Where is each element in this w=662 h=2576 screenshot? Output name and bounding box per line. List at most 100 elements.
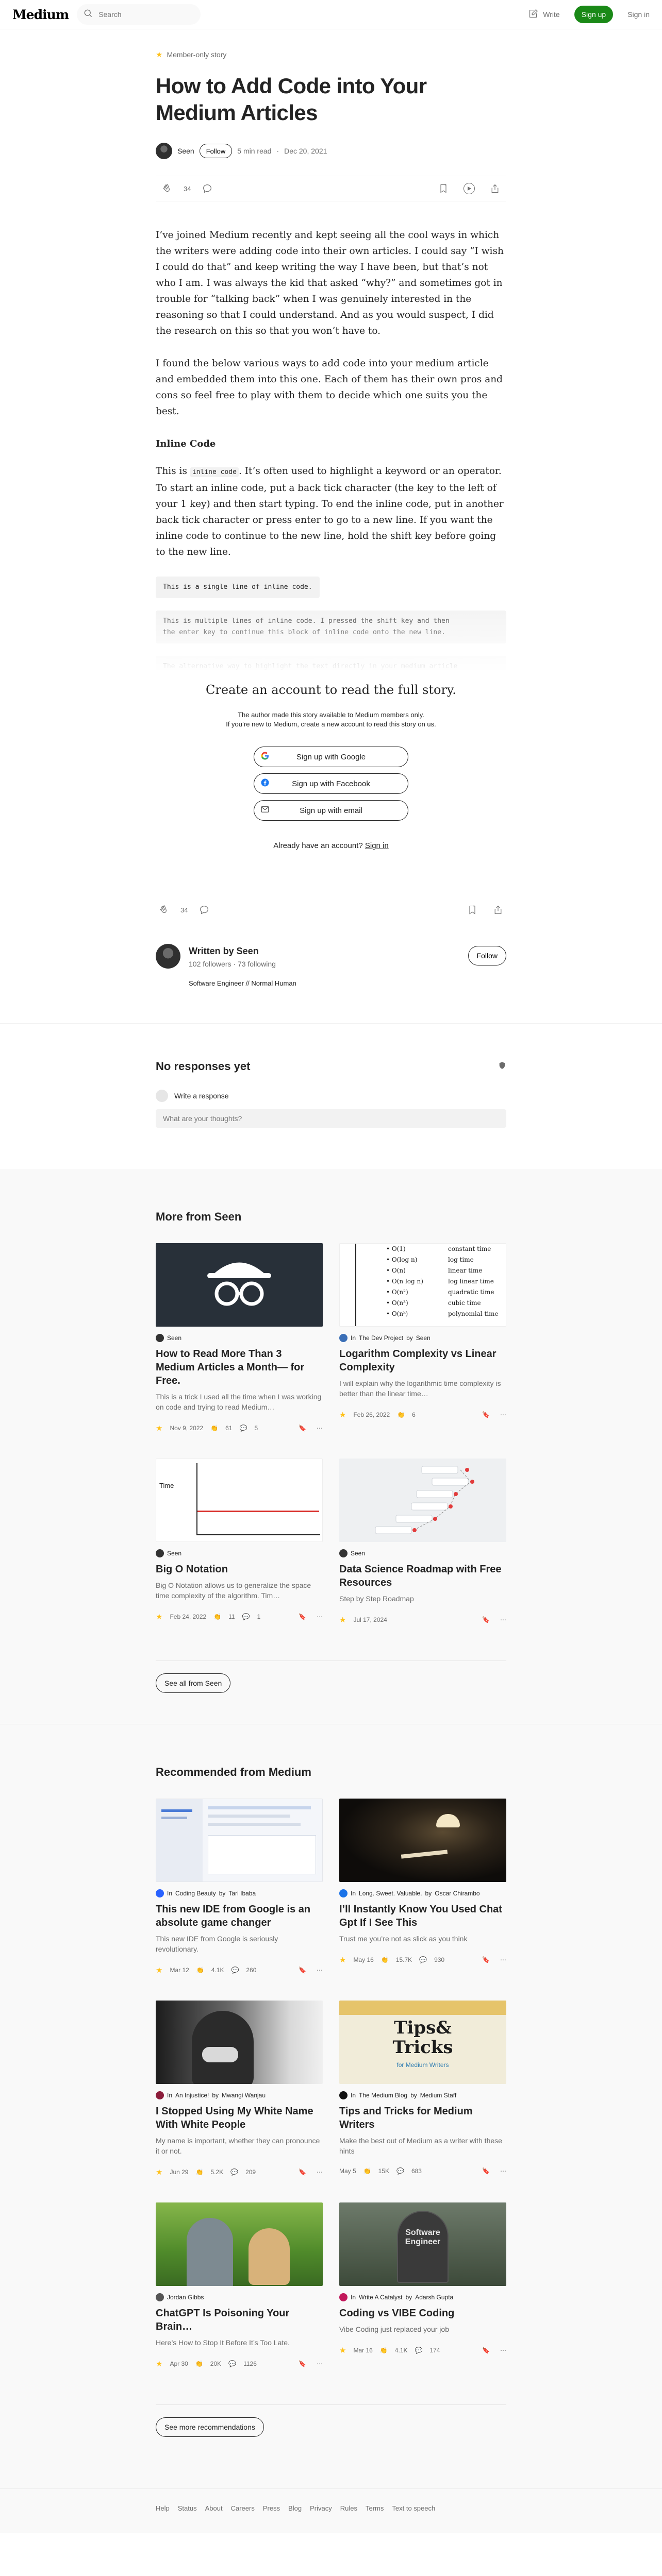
clap-icon[interactable] bbox=[158, 904, 170, 916]
search-input[interactable] bbox=[98, 10, 192, 19]
story-author[interactable]: Medium Staff bbox=[420, 2092, 456, 2099]
more-icon[interactable]: ⋯ bbox=[500, 1616, 506, 1623]
bookmark-icon[interactable]: 🔖 bbox=[299, 1613, 306, 1620]
story-author[interactable]: Seen bbox=[351, 1550, 365, 1557]
bookmark-icon[interactable]: 🔖 bbox=[482, 1616, 490, 1623]
story-title[interactable]: This new IDE from Google is an absolute … bbox=[156, 1903, 323, 1929]
bookmark-icon[interactable]: 🔖 bbox=[299, 1967, 306, 1974]
more-icon[interactable]: ⋯ bbox=[317, 1967, 323, 1974]
more-icon[interactable]: ⋯ bbox=[500, 2167, 506, 2175]
bookmark-icon[interactable]: 🔖 bbox=[299, 1425, 306, 1432]
story-title[interactable]: I’ll Instantly Know You Used Chat Gpt If… bbox=[339, 1903, 506, 1929]
play-icon[interactable] bbox=[463, 182, 475, 195]
clap-icon[interactable] bbox=[161, 182, 173, 195]
google-signup-button[interactable]: Sign up with Google bbox=[254, 747, 408, 767]
story-card[interactable]: Seen Data Science Roadmap with Free Reso… bbox=[339, 1459, 506, 1624]
bookmark-icon[interactable]: 🔖 bbox=[482, 2167, 490, 2175]
share-icon[interactable] bbox=[492, 904, 504, 916]
share-icon[interactable] bbox=[489, 182, 501, 195]
bookmark-icon[interactable]: 🔖 bbox=[482, 2347, 490, 2354]
story-card[interactable]: Tips& Tricks for Medium Writers In The Med… bbox=[339, 2001, 506, 2177]
in-label: In bbox=[351, 1334, 356, 1342]
follow-button[interactable]: Follow bbox=[199, 144, 233, 158]
footer-link-press[interactable]: Press bbox=[263, 2504, 280, 2512]
story-publication[interactable]: Long. Sweet. Valuable. bbox=[359, 1890, 422, 1897]
more-icon[interactable]: ⋯ bbox=[317, 2168, 323, 2176]
story-card[interactable]: In Long. Sweet. Valuable. by Oscar Chirambo… bbox=[339, 1799, 506, 1975]
story-card[interactable]: • O(1) constant time • O(log n) log time •… bbox=[339, 1243, 506, 1433]
footer-link-careers[interactable]: Careers bbox=[231, 2504, 255, 2512]
more-icon[interactable]: ⋯ bbox=[317, 1613, 323, 1620]
signup-button[interactable]: Sign up bbox=[574, 6, 614, 23]
story-author[interactable]: Oscar Chirambo bbox=[435, 1890, 479, 1897]
story-meta: In The Medium Blog by Medium Staff bbox=[339, 2091, 506, 2099]
more-icon[interactable]: ⋯ bbox=[500, 1411, 506, 1418]
story-title[interactable]: Coding vs VIBE Coding bbox=[339, 2307, 506, 2320]
footer-link-privacy[interactable]: Privacy bbox=[310, 2504, 332, 2512]
footer-link-rules[interactable]: Rules bbox=[340, 2504, 357, 2512]
see-all-button[interactable]: See all from Seen bbox=[156, 1673, 231, 1693]
story-title[interactable]: I Stopped Using My White Name With White… bbox=[156, 2105, 323, 2131]
more-icon[interactable]: ⋯ bbox=[500, 1956, 506, 1963]
footer-link-help[interactable]: Help bbox=[156, 2504, 170, 2512]
story-publication[interactable]: The Medium Blog bbox=[359, 2092, 407, 2099]
footer-link-tts[interactable]: Text to speech bbox=[392, 2504, 435, 2512]
story-card[interactable]: In An Injustice! by Mwangi Wanjau I Stopped… bbox=[156, 2001, 323, 2177]
story-title[interactable]: Big O Notation bbox=[156, 1563, 323, 1576]
signin-button[interactable]: Sign in bbox=[627, 10, 650, 19]
story-title[interactable]: ChatGPT Is Poisoning Your Brain… bbox=[156, 2307, 323, 2333]
footer-link-about[interactable]: About bbox=[205, 2504, 223, 2512]
more-icon[interactable]: ⋯ bbox=[500, 2347, 506, 2354]
story-author[interactable]: Seen bbox=[167, 1334, 181, 1342]
search-box[interactable] bbox=[77, 4, 201, 25]
story-author[interactable]: Seen bbox=[416, 1334, 431, 1342]
bookmark-icon[interactable]: 🔖 bbox=[299, 2168, 306, 2176]
footer-link-blog[interactable]: Blog bbox=[288, 2504, 302, 2512]
story-author[interactable]: Mwangi Wanjau bbox=[222, 2092, 266, 2099]
story-publication[interactable]: Coding Beauty bbox=[175, 1890, 216, 1897]
comment-icon[interactable] bbox=[201, 182, 213, 195]
footer-link-status[interactable]: Status bbox=[178, 2504, 197, 2512]
author-avatar-large[interactable] bbox=[156, 944, 180, 969]
author-name[interactable]: Seen bbox=[177, 147, 194, 155]
more-icon[interactable]: ⋯ bbox=[317, 2360, 323, 2367]
author-avatar[interactable] bbox=[156, 143, 172, 159]
bookmark-icon[interactable] bbox=[437, 182, 450, 195]
response-input[interactable] bbox=[156, 1109, 506, 1128]
comment-icon[interactable] bbox=[198, 904, 210, 916]
bookmark-icon[interactable]: 🔖 bbox=[482, 1411, 490, 1418]
medium-logo[interactable]: Medium bbox=[12, 7, 69, 22]
story-publication[interactable]: The Dev Project bbox=[359, 1334, 403, 1342]
email-signup-button[interactable]: Sign up with email bbox=[254, 800, 408, 821]
following-count[interactable]: 73 following bbox=[238, 960, 276, 968]
bookmark-icon[interactable]: 🔖 bbox=[482, 1956, 490, 1963]
story-publication[interactable]: Write A Catalyst bbox=[359, 2294, 402, 2301]
shield-icon[interactable] bbox=[498, 1061, 506, 1072]
footer-link-terms[interactable]: Terms bbox=[366, 2504, 384, 2512]
story-title[interactable]: Tips and Tricks for Medium Writers bbox=[339, 2105, 506, 2131]
story-author[interactable]: Jordan Gibbs bbox=[167, 2294, 204, 2301]
story-publication[interactable]: An Injustice! bbox=[175, 2092, 209, 2099]
story-card[interactable]: In Coding Beauty by Tari Ibaba This new IDE… bbox=[156, 1799, 323, 1975]
bookmark-icon[interactable]: 🔖 bbox=[299, 2360, 306, 2367]
author-follow-button[interactable]: Follow bbox=[468, 946, 506, 965]
story-card[interactable]: Software Engineer In Write A Catalyst by Ada… bbox=[339, 2202, 506, 2368]
bookmark-icon[interactable] bbox=[466, 904, 478, 916]
story-card[interactable]: Time Seen Big O Notation Big O Notation … bbox=[156, 1459, 323, 1624]
story-title[interactable]: Logarithm Complexity vs Linear Complexit… bbox=[339, 1347, 506, 1374]
signin-link[interactable]: Sign in bbox=[365, 841, 389, 850]
more-from-title[interactable]: More from Seen bbox=[156, 1210, 506, 1224]
story-card[interactable]: Seen How to Read More Than 3 Medium Arti… bbox=[156, 1243, 323, 1433]
followers-count[interactable]: 102 followers bbox=[189, 960, 231, 968]
see-more-button[interactable]: See more recommendations bbox=[156, 2417, 264, 2437]
story-author[interactable]: Tari Ibaba bbox=[228, 1890, 256, 1897]
story-card[interactable]: Jordan Gibbs ChatGPT Is Poisoning Your B… bbox=[156, 2202, 323, 2368]
more-icon[interactable]: ⋯ bbox=[317, 1425, 323, 1432]
facebook-signup-button[interactable]: Sign up with Facebook bbox=[254, 773, 408, 794]
story-author[interactable]: Adarsh Gupta bbox=[415, 2294, 453, 2301]
written-by[interactable]: Written by Seen bbox=[189, 946, 296, 957]
story-author[interactable]: Seen bbox=[167, 1550, 181, 1557]
story-title[interactable]: How to Read More Than 3 Medium Articles … bbox=[156, 1347, 323, 1387]
story-title[interactable]: Data Science Roadmap with Free Resources bbox=[339, 1563, 506, 1589]
write-link[interactable]: Write bbox=[527, 8, 560, 21]
